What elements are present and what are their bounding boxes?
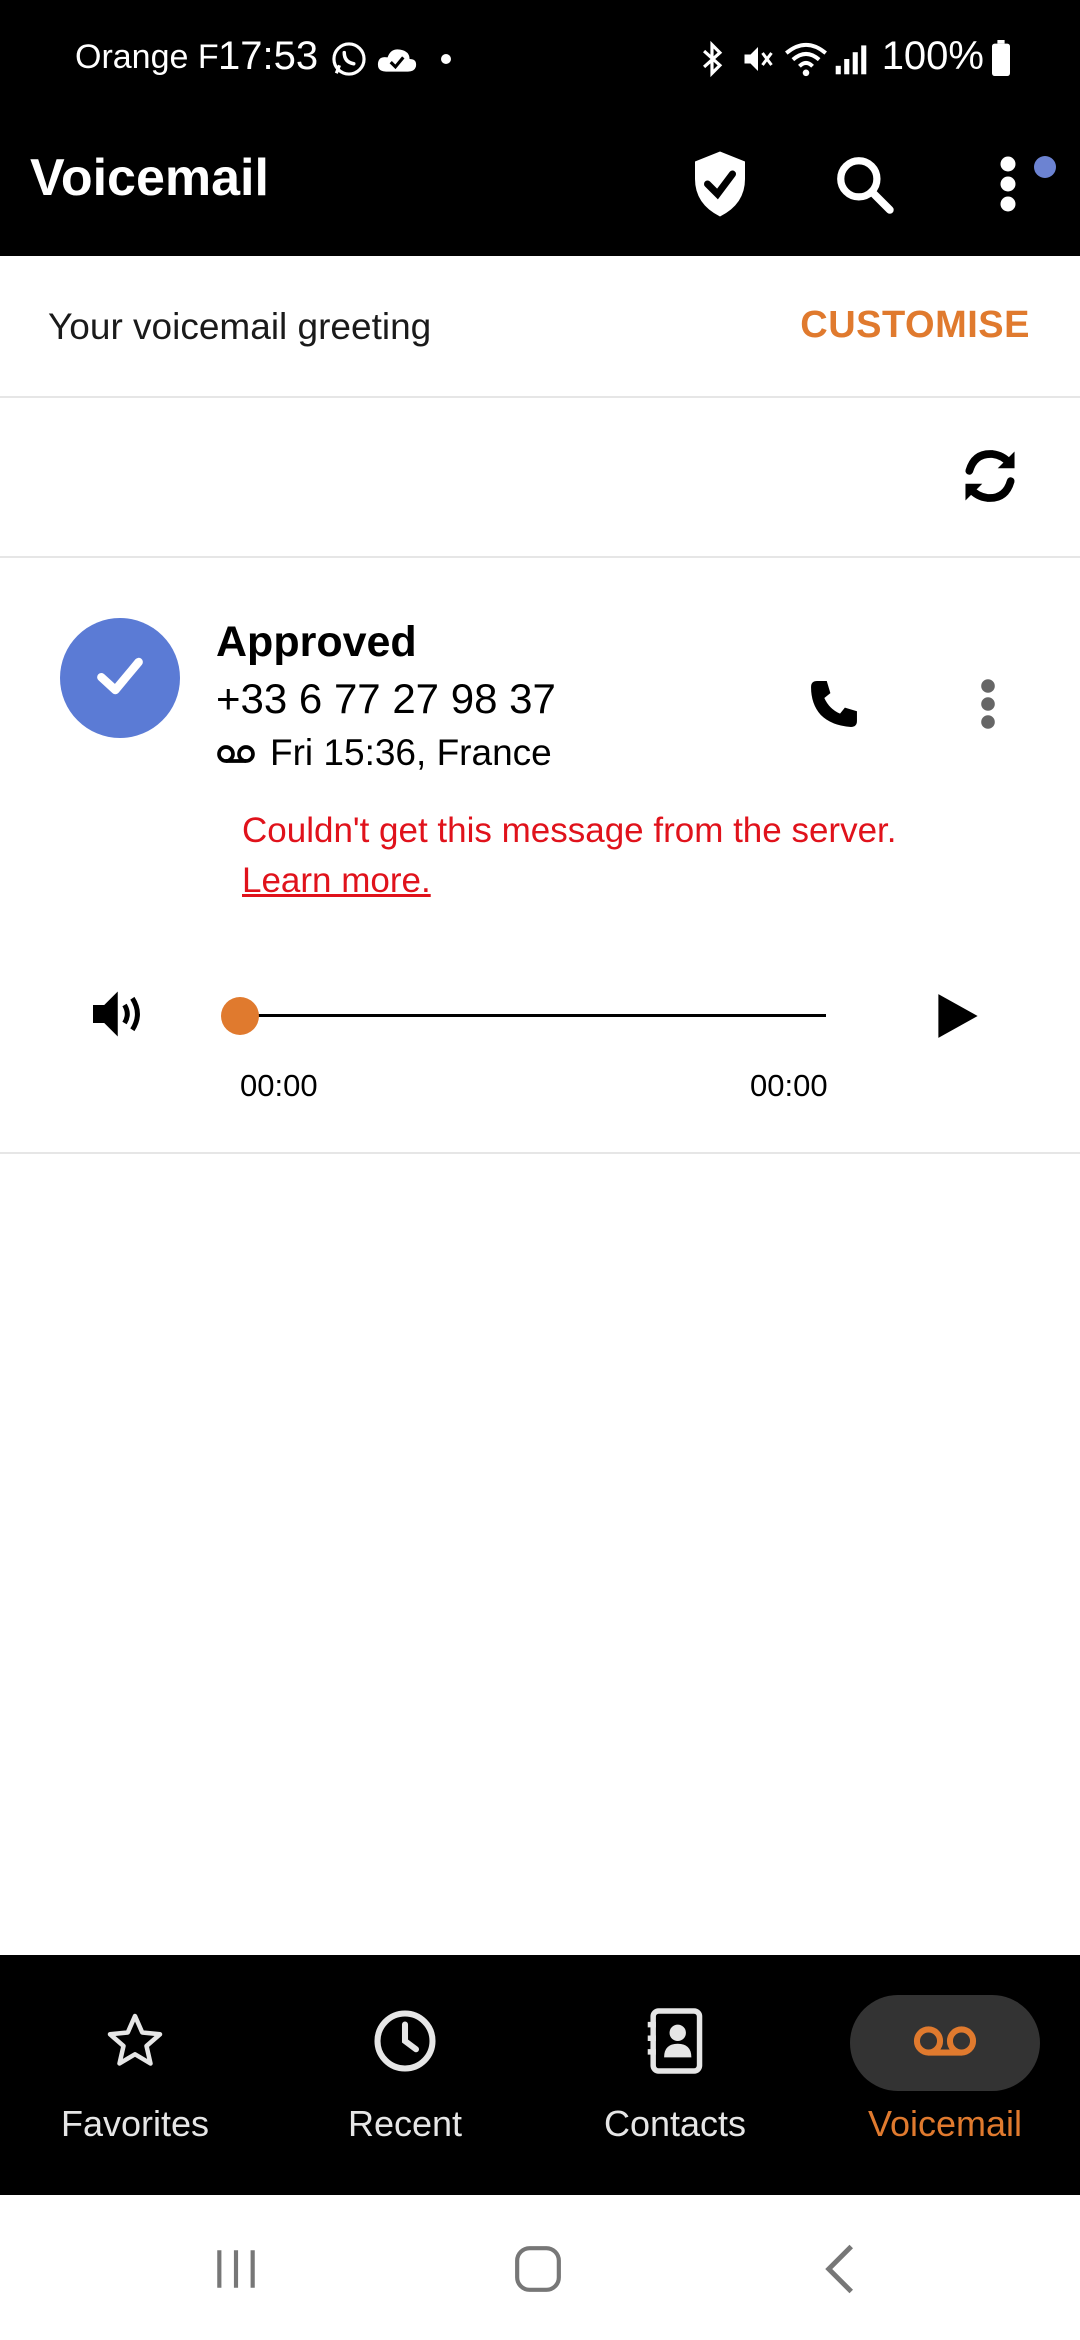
status-time: 17:53: [218, 34, 319, 78]
nav-contacts-icon-wrap: [580, 1995, 770, 2091]
voicemail-item[interactable]: Approved +33 6 77 27 98 37 Fri 15:36, Fr…: [0, 558, 1080, 1154]
nav-recent-icon-wrap: [310, 1995, 500, 2091]
total-time: 00:00: [750, 1068, 828, 1103]
nav-contacts-label: Contacts: [603, 2103, 747, 2144]
status-bar: Orange F 17:53 100%: [0, 0, 1080, 118]
back-icon: [822, 2242, 858, 2301]
page-title: Voicemail: [30, 149, 269, 207]
greeting-label: Your voicemail greeting: [48, 306, 432, 347]
refresh-button[interactable]: [940, 428, 1040, 528]
more-vert-icon: [980, 678, 996, 735]
caller-number: +33 6 77 27 98 37: [216, 675, 556, 722]
refresh-icon: [959, 445, 1021, 512]
nav-voicemail[interactable]: Voicemail: [810, 1955, 1080, 2195]
nav-recent[interactable]: Recent: [270, 1955, 540, 2195]
contacts-icon: [645, 2007, 705, 2079]
dot-icon: [440, 52, 452, 70]
voicemail-icon: [912, 2023, 978, 2064]
nav-recent-label: Recent: [347, 2103, 463, 2144]
home-button[interactable]: [488, 2231, 588, 2311]
play-button[interactable]: [918, 978, 998, 1058]
speaker-icon: [90, 987, 150, 1046]
nav-favorites-label: Favorites: [60, 2103, 210, 2144]
check-icon: [92, 648, 148, 709]
voicemail-icon: [216, 732, 256, 774]
recent-apps-icon: [211, 2244, 261, 2299]
avatar: [60, 618, 180, 738]
cloud-check-icon: [375, 44, 419, 79]
seek-bar[interactable]: [240, 1014, 826, 1017]
search-button[interactable]: [816, 138, 912, 234]
bluetooth-icon: [697, 40, 727, 83]
carrier-name: Orange F: [75, 38, 219, 76]
home-icon: [513, 2244, 563, 2299]
app-bar: Voicemail: [0, 118, 1080, 256]
voicemail-meta: Fri 15:36, France: [216, 732, 552, 774]
system-navigation-bar: [0, 2195, 1080, 2340]
clock-icon: [372, 2008, 438, 2079]
speaker-button[interactable]: [80, 976, 160, 1056]
nav-contacts[interactable]: Contacts: [540, 1955, 810, 2195]
caller-name: Approved: [216, 618, 417, 666]
error-message: Couldn't get this message from the serve…: [242, 806, 897, 906]
shield-check-icon: [689, 149, 751, 224]
wifi-icon: [783, 38, 829, 83]
learn-more-link[interactable]: Learn more.: [242, 856, 897, 906]
star-icon: [105, 2011, 165, 2076]
seek-thumb[interactable]: [221, 997, 259, 1035]
battery-icon: [990, 40, 1012, 81]
nav-favorites-icon-wrap: [40, 1995, 230, 2091]
signal-icon: [834, 42, 868, 81]
more-vert-icon: [998, 154, 1018, 219]
voicemail-greeting-row: Your voicemail greeting CUSTOMISE: [0, 256, 1080, 398]
call-button[interactable]: [786, 658, 882, 754]
play-icon: [936, 992, 980, 1045]
battery-percent: 100%: [881, 34, 984, 78]
shield-check-button[interactable]: [672, 138, 768, 234]
whatsapp-icon: [330, 40, 368, 83]
voicemail-time: Fri 15:36, France: [270, 732, 552, 773]
back-button[interactable]: [790, 2231, 890, 2311]
mute-icon: [740, 40, 776, 83]
bottom-navigation: Favorites Recent Contacts Voicemail: [0, 1955, 1080, 2195]
refresh-row: [0, 398, 1080, 558]
search-icon: [833, 153, 895, 220]
elapsed-time: 00:00: [240, 1068, 318, 1103]
nav-voicemail-icon-wrap: [850, 1995, 1040, 2091]
phone-icon: [805, 675, 863, 738]
error-text: Couldn't get this message from the serve…: [242, 811, 897, 850]
voicemail-more-button[interactable]: [940, 658, 1036, 754]
more-options-button[interactable]: [960, 138, 1056, 234]
recent-apps-button[interactable]: [186, 2231, 286, 2311]
nav-voicemail-label: Voicemail: [867, 2103, 1023, 2144]
customise-button[interactable]: CUSTOMISE: [800, 304, 1030, 347]
nav-favorites[interactable]: Favorites: [0, 1955, 270, 2195]
notification-badge: [1034, 156, 1056, 178]
